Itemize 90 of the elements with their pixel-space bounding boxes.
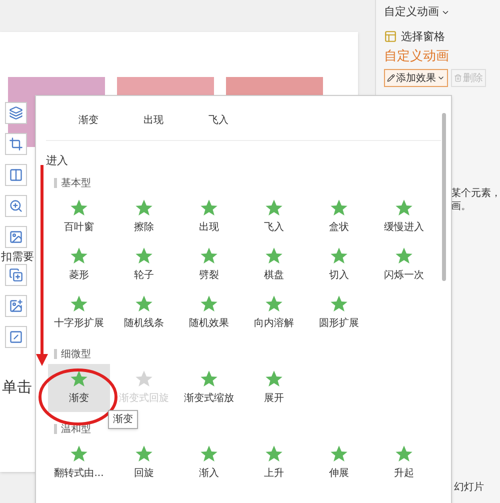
pencil-icon: [387, 74, 395, 82]
tooltip: 渐变: [108, 410, 138, 428]
effect-item[interactable]: 升起: [373, 438, 435, 486]
hint-text: 画。: [451, 200, 471, 213]
effect-item[interactable]: 圆形扩展: [308, 288, 370, 336]
columns-icon: [9, 168, 23, 182]
square-slash-icon: [9, 330, 23, 344]
toolbar-button[interactable]: [5, 295, 27, 317]
layers-icon: [9, 106, 23, 120]
effect-item[interactable]: 盒状: [308, 192, 370, 240]
add-effect-button[interactable]: 添加效果: [384, 69, 448, 87]
star-icon: [69, 246, 89, 266]
effect-item[interactable]: 回旋: [113, 438, 175, 486]
star-icon: [199, 198, 219, 218]
recent-effect[interactable]: 飞入: [186, 100, 251, 128]
star-icon: [264, 198, 284, 218]
slideshow-label[interactable]: 幻灯片: [454, 480, 484, 495]
star-icon: [264, 246, 284, 266]
hint-text: 某个元素，: [451, 187, 500, 200]
effect-item[interactable]: 出现: [178, 192, 240, 240]
effect-item[interactable]: 渐入: [178, 438, 240, 486]
effect-item[interactable]: 闪烁一次: [373, 240, 435, 288]
image-plus-icon: [9, 299, 23, 313]
panel-icon: [384, 30, 397, 44]
section-title: 自定义动画: [384, 49, 449, 65]
star-icon: [329, 246, 349, 266]
star-icon: [329, 198, 349, 218]
star-icon: [329, 294, 349, 314]
toolbar-button[interactable]: [5, 195, 27, 217]
star-icon: [264, 369, 284, 389]
star-icon: [134, 198, 154, 218]
effect-item[interactable]: 擦除: [113, 192, 175, 240]
star-icon: [264, 444, 284, 464]
effect-item[interactable]: 百叶窗: [48, 192, 110, 240]
star-icon: [199, 246, 219, 266]
slide-text: 扣需要: [0, 250, 34, 263]
effect-item[interactable]: 轮子: [113, 240, 175, 288]
crop-icon: [9, 137, 23, 151]
slide-text: 单击: [1, 377, 32, 398]
select-pane-button[interactable]: 选择窗格: [384, 28, 445, 45]
star-icon: [394, 444, 414, 464]
star-icon: [134, 246, 154, 266]
effect-item[interactable]: 劈裂: [178, 240, 240, 288]
effect-item[interactable]: 切入: [308, 240, 370, 288]
zoom-in-icon: [9, 199, 23, 213]
star-icon: [134, 444, 154, 464]
star-icon: [394, 198, 414, 218]
effect-item[interactable]: 随机效果: [178, 288, 240, 336]
category-heading: 进入: [46, 154, 68, 167]
toolbar-button[interactable]: [5, 133, 27, 155]
group-heading: 基本型: [61, 176, 91, 190]
effect-item[interactable]: 向内溶解: [243, 288, 305, 336]
star-icon: [134, 369, 154, 389]
effect-item[interactable]: 伸展: [308, 438, 370, 486]
star-icon: [199, 294, 219, 314]
star-icon: [264, 294, 284, 314]
star-icon: [69, 294, 89, 314]
effect-item[interactable]: 上升: [243, 438, 305, 486]
trash-icon: [454, 74, 462, 82]
effect-item[interactable]: 随机线条: [113, 288, 175, 336]
effect-item[interactable]: 渐变: [48, 364, 110, 412]
star-icon: [329, 444, 349, 464]
star-icon: [69, 369, 89, 389]
effect-item[interactable]: 展开: [243, 364, 305, 412]
effect-item[interactable]: 渐变式缩放: [178, 364, 240, 412]
toolbar-button[interactable]: [5, 164, 27, 186]
star-icon: [199, 444, 219, 464]
toolbar-button[interactable]: [5, 102, 27, 124]
star-icon: [69, 198, 89, 218]
toolbar-button[interactable]: [5, 326, 27, 348]
star-icon: [69, 444, 89, 464]
toolbar-button[interactable]: [5, 264, 27, 286]
effect-item[interactable]: 飞入: [243, 192, 305, 240]
star-icon: [394, 246, 414, 266]
recent-effect[interactable]: 出现: [121, 100, 186, 128]
effect-item[interactable]: 棋盘: [243, 240, 305, 288]
scrollbar[interactable]: [442, 113, 446, 281]
effect-item[interactable]: 十字形扩展: [48, 288, 110, 336]
image-icon: [9, 230, 23, 244]
star-icon: [199, 369, 219, 389]
effect-item[interactable]: 菱形: [48, 240, 110, 288]
effect-item[interactable]: 翻转式由...: [48, 438, 110, 486]
group-heading: 细微型: [61, 348, 91, 362]
star-icon: [134, 294, 154, 314]
caret-icon: [437, 74, 445, 82]
effect-item[interactable]: 缓慢进入: [373, 192, 435, 240]
copy-plus-icon: [9, 268, 23, 282]
toolbar-button[interactable]: [5, 226, 27, 248]
recent-effect[interactable]: 渐变: [56, 100, 121, 128]
panel-title: 自定义动画: [384, 4, 439, 20]
